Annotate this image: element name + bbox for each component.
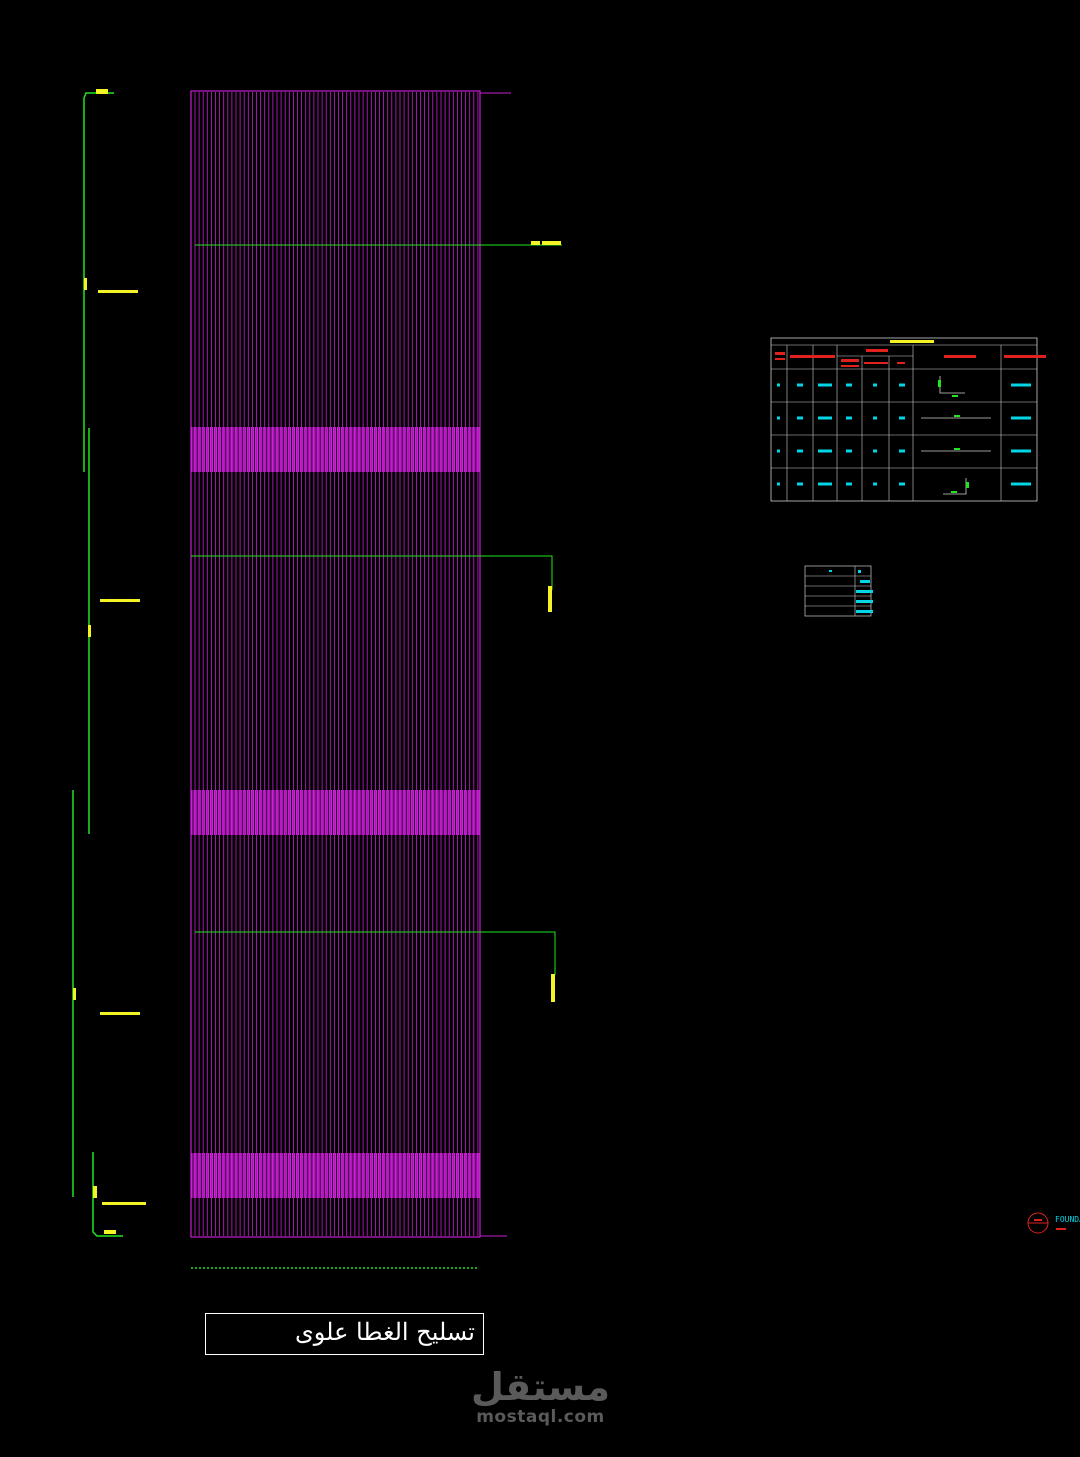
bar-label-bottom (104, 1230, 116, 1234)
schedule-cell-mark (1011, 383, 1031, 387)
schedule-cell-mark (777, 383, 780, 387)
bar-dim-2 (88, 625, 91, 637)
bar-label-1 (98, 290, 138, 293)
schedule-cell-mark (846, 482, 852, 486)
schedule-cell-mark (873, 416, 877, 420)
schedule-cell-mark (797, 449, 803, 453)
watermark-latin: mostaql.com (476, 1407, 605, 1427)
schedule-cell-mark (818, 482, 832, 486)
schedule-cell-mark (818, 416, 832, 420)
cad-drawing (72, 89, 1066, 1269)
schedule-cell-mark (873, 482, 877, 486)
rebar-lines (194, 92, 479, 1236)
schedule-cell-mark (818, 383, 832, 387)
bar-dim-3 (73, 988, 76, 1000)
schedule-cell-mark (873, 383, 877, 387)
schedule-cell-mark (846, 449, 852, 453)
section-label-1b (542, 241, 561, 245)
schedule-cell-mark (1011, 449, 1031, 453)
foundation-label: FOUNDA (1055, 1215, 1080, 1224)
schedule-cell-mark (899, 449, 905, 453)
watermark-arabic: مستقل (471, 1365, 610, 1409)
schedule-cell-mark (777, 482, 780, 486)
bar-label-4 (102, 1202, 146, 1205)
watermark: مستقل mostaql.com (468, 1366, 613, 1426)
schedule-cell-mark (797, 482, 803, 486)
schedule-cell-mark (899, 383, 905, 387)
schedule-cell-mark (846, 416, 852, 420)
section-labels (531, 241, 561, 1002)
schedule-cell-mark (899, 482, 905, 486)
schedule-title-bar (890, 340, 934, 343)
schedule-cell-mark (873, 449, 877, 453)
schedule-cell-mark (777, 449, 780, 453)
bar-label-top (96, 89, 108, 94)
schedule-cell-mark (818, 449, 832, 453)
schedule-cell-mark (899, 416, 905, 420)
section-label-1a (531, 241, 540, 245)
drawing-title: تسليح الغطا علوى (294, 1318, 475, 1346)
section-label-2 (548, 586, 552, 612)
schedule-cell-mark (846, 383, 852, 387)
slab-reinforcement-panel (190, 90, 511, 1238)
drawing-title-box: تسليح الغطا علوى (205, 1313, 484, 1355)
bar-dim-4 (93, 1186, 97, 1198)
bar-shape-4 (92, 1152, 123, 1237)
section-label-3 (551, 974, 555, 1002)
bar-shape-1 (83, 92, 114, 472)
schedule-cell-mark (1011, 482, 1031, 486)
schedule-header-cells (775, 349, 1046, 367)
schedule-cell-mark (797, 416, 803, 420)
schedule-cell-mark (777, 416, 780, 420)
bar-schedule-table (770, 337, 1046, 502)
rebar-overlap-bands (191, 427, 480, 1198)
bar-label-3 (100, 1012, 140, 1015)
bar-dim-1 (84, 278, 87, 290)
summary-table (804, 565, 873, 617)
section-lines (191, 244, 562, 975)
schedule-rows (777, 383, 1031, 486)
schedule-cell-mark (797, 383, 803, 387)
schedule-cell-mark (1011, 416, 1031, 420)
bar-shape-details (72, 92, 123, 1237)
bar-label-2 (100, 599, 140, 602)
